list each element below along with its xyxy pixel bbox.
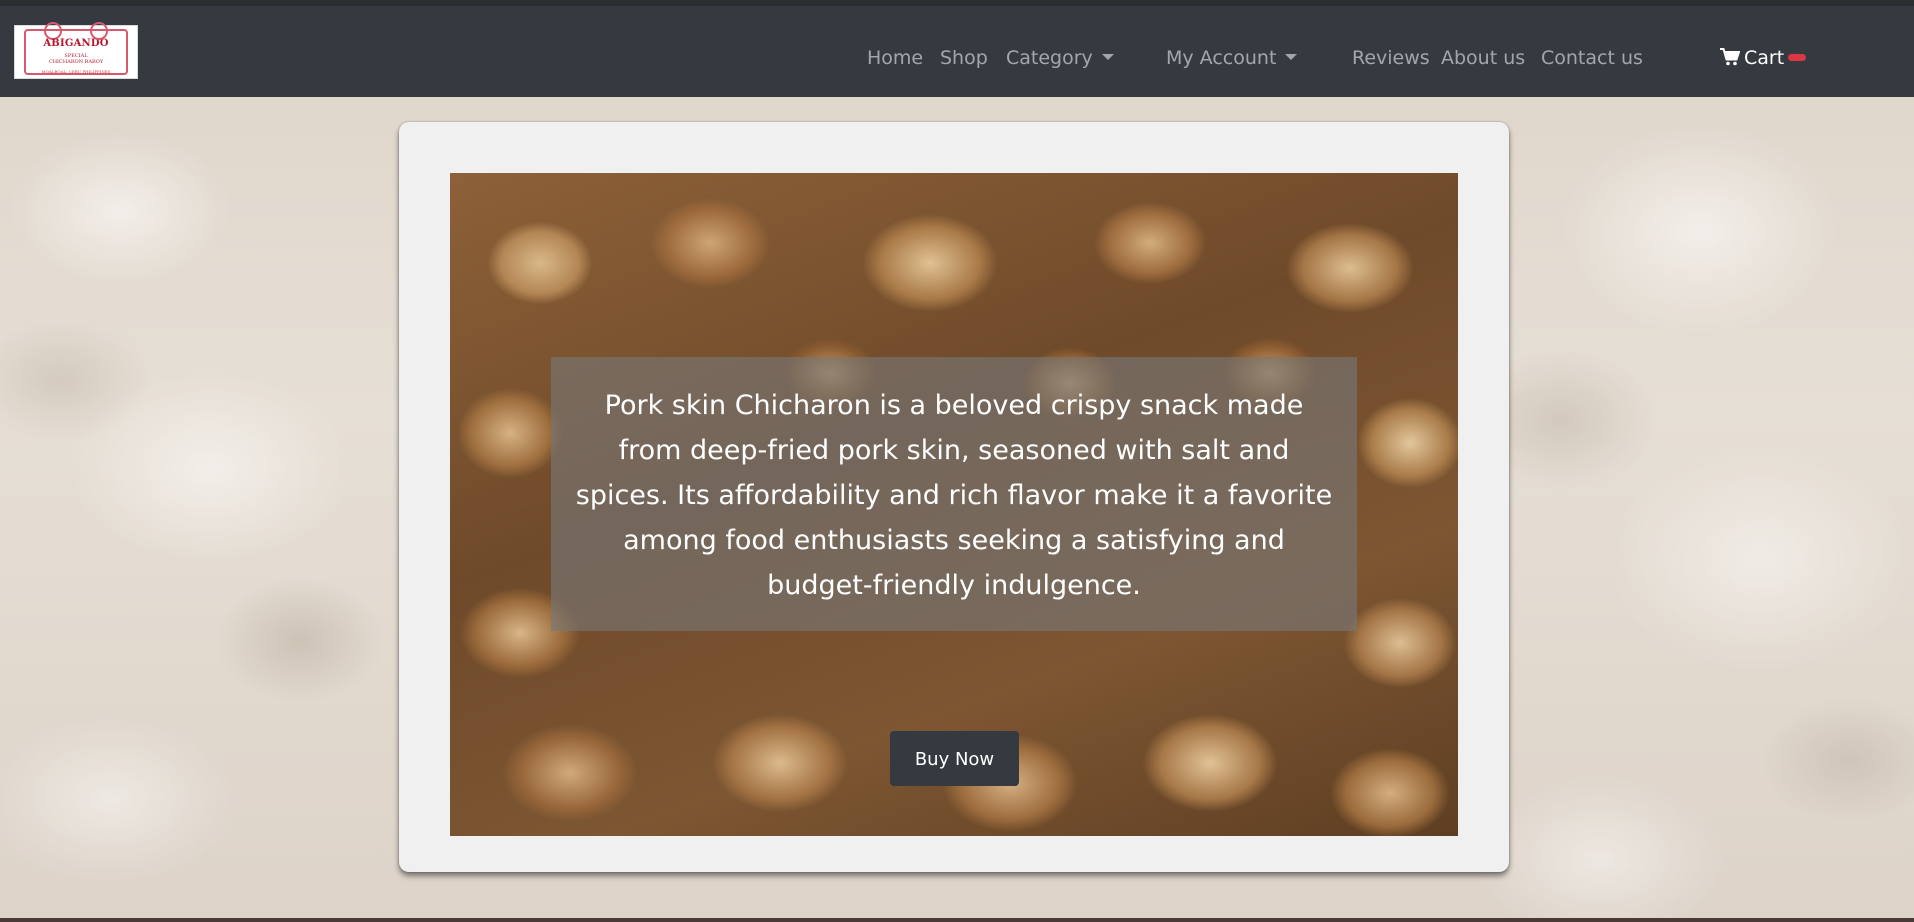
logo-name: ABIGANDO	[43, 38, 109, 49]
nav-cart-label: Cart	[1744, 47, 1785, 69]
buy-now-button[interactable]: Buy Now	[890, 731, 1019, 786]
cart-count-badge	[1788, 54, 1807, 61]
chevron-down-icon	[1101, 54, 1114, 60]
nav-cart[interactable]: Cart	[1720, 46, 1807, 72]
cart-icon	[1720, 48, 1741, 72]
hero-image: Pork skin Chicharon is a beloved crispy …	[450, 173, 1458, 836]
nav-my-account-dropdown[interactable]: My Account	[1166, 46, 1298, 70]
chevron-down-icon	[1285, 54, 1298, 60]
nav-shop-label: Shop	[940, 47, 988, 69]
nav-my-account-label: My Account	[1166, 47, 1277, 69]
nav-shop[interactable]: Shop	[940, 46, 988, 70]
logo-frame: ABIGANDO SPECIAL CHICHARON BABOY MOALBOA…	[24, 22, 128, 75]
nav-category-dropdown[interactable]: Category	[1006, 46, 1114, 70]
nav-contact-us[interactable]: Contact us	[1541, 46, 1643, 70]
logo-subtitle: SPECIAL CHICHARON BABOY	[26, 53, 126, 65]
logo-footer: MOALBOAL, CEBU PHILIPPINES	[41, 69, 111, 74]
nav-reviews-label: Reviews	[1352, 47, 1430, 69]
nav-contact-us-label: Contact us	[1541, 47, 1643, 69]
hero-caption-text: Pork skin Chicharon is a beloved crispy …	[575, 390, 1333, 601]
nav-reviews[interactable]: Reviews	[1352, 46, 1430, 70]
nav-category-label: Category	[1006, 47, 1093, 69]
nav-about-us[interactable]: About us	[1441, 46, 1525, 70]
brand-logo[interactable]: ABIGANDO SPECIAL CHICHARON BABOY MOALBOA…	[14, 22, 138, 79]
navbar: ABIGANDO SPECIAL CHICHARON BABOY MOALBOA…	[0, 6, 1914, 97]
bottom-edge	[0, 918, 1914, 922]
hero-caption: Pork skin Chicharon is a beloved crispy …	[551, 357, 1357, 631]
nav-home-label: Home	[867, 47, 924, 69]
nav-home[interactable]: Home	[867, 46, 923, 70]
nav-about-us-label: About us	[1441, 47, 1526, 69]
logo-subtitle-line2: CHICHARON BABOY	[48, 59, 104, 65]
